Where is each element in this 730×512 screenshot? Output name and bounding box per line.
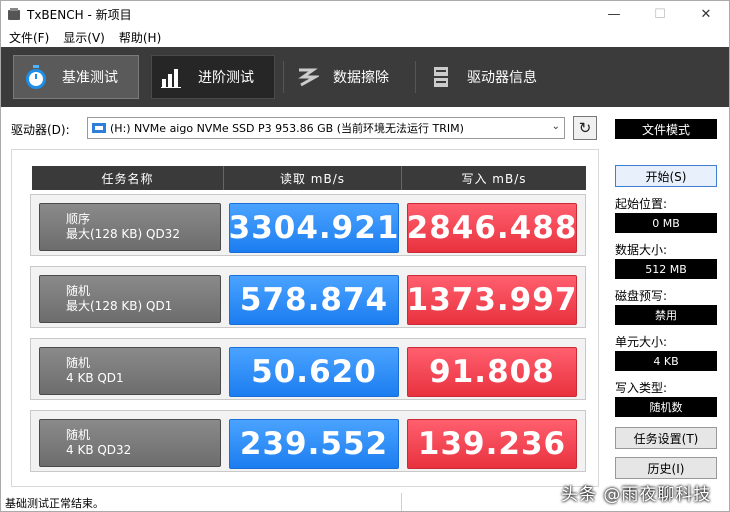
task-type: 顺序 xyxy=(66,212,91,226)
header-write: 写入 mB/s xyxy=(461,171,527,186)
data-size-label: 数据大小: xyxy=(615,243,668,257)
bar-chart-icon xyxy=(158,63,186,91)
read-value: 239.552 xyxy=(229,419,399,469)
write-type-field[interactable]: 随机数 xyxy=(615,397,717,417)
header-read: 读取 mB/s xyxy=(224,166,402,190)
header-task-name: 任务名称 xyxy=(32,166,224,190)
drive-select[interactable]: (H:) NVMe aigo NVMe SSD P3 953.86 GB (当前… xyxy=(87,117,565,139)
menu-view[interactable]: 显示(V) xyxy=(61,27,113,47)
start-button[interactable]: 开始(S) xyxy=(615,165,717,187)
task-button[interactable]: 随机 4 KB QD1 xyxy=(39,347,221,395)
drive-select-value: (H:) NVMe aigo NVMe SSD P3 953.86 GB (当前… xyxy=(110,122,464,135)
task-detail: 最大(128 KB) QD1 xyxy=(66,299,173,313)
results-header: 任务名称 读取 mB/s 写入 mB/s xyxy=(32,166,586,190)
tab-drive-info[interactable]: 驱动器信息 xyxy=(425,55,537,99)
read-value: 50.620 xyxy=(229,347,399,397)
refresh-icon: ↻ xyxy=(578,119,592,137)
tab-advanced-label: 进阶测试 xyxy=(198,70,254,86)
tab-drive-info-label: 驱动器信息 xyxy=(467,70,537,86)
task-detail: 最大(128 KB) QD32 xyxy=(66,227,180,241)
write-value: 2846.488 xyxy=(407,203,577,253)
app-icon xyxy=(8,8,20,20)
status-text: 基础测试正常结束。 xyxy=(5,497,104,510)
toolbar-divider xyxy=(415,61,416,93)
precondition-field[interactable]: 禁用 xyxy=(615,305,717,325)
file-mode-badge: 文件模式 xyxy=(615,119,717,139)
main-toolbar: 基准测试 进阶测试 数据擦除 驱动器信息 xyxy=(1,47,729,107)
history-button[interactable]: 历史(I) xyxy=(615,457,717,479)
erase-icon xyxy=(293,63,321,91)
drive-icon xyxy=(92,123,106,133)
close-button[interactable]: ✕ xyxy=(683,1,729,27)
tab-benchmark-label: 基准测试 xyxy=(62,70,118,86)
read-value: 578.874 xyxy=(229,275,399,325)
result-row: 随机 最大(128 KB) QD1 578.874 1373.997 xyxy=(30,266,586,328)
task-type: 随机 xyxy=(66,284,91,298)
write-value: 139.236 xyxy=(407,419,577,469)
drive-info-icon xyxy=(427,63,455,91)
task-button[interactable]: 随机 4 KB QD32 xyxy=(39,419,221,467)
window-title: TxBENCH - 新项目 xyxy=(27,8,132,22)
menu-bar: 文件(F) 显示(V) 帮助(H) xyxy=(1,27,729,47)
drive-label: 驱动器(D): xyxy=(11,123,70,137)
write-value: 91.808 xyxy=(407,347,577,397)
result-row: 随机 4 KB QD32 239.552 139.236 xyxy=(30,410,586,472)
task-detail: 4 KB QD1 xyxy=(66,371,124,385)
task-settings-button[interactable]: 任务设置(T) xyxy=(615,427,717,449)
data-size-field[interactable]: 512 MB xyxy=(615,259,717,279)
app-window: TxBENCH - 新项目 — ☐ ✕ 文件(F) 显示(V) 帮助(H) 基准… xyxy=(0,0,730,512)
result-row: 顺序 最大(128 KB) QD32 3304.921 2846.488 xyxy=(30,194,586,256)
start-position-field[interactable]: 0 MB xyxy=(615,213,717,233)
task-button[interactable]: 随机 最大(128 KB) QD1 xyxy=(39,275,221,323)
unit-size-field[interactable]: 4 KB xyxy=(615,351,717,371)
unit-size-label: 单元大小: xyxy=(615,335,668,349)
title-bar: TxBENCH - 新项目 — ☐ ✕ xyxy=(1,1,729,27)
chevron-down-icon: ⌄ xyxy=(551,121,560,132)
result-row: 随机 4 KB QD1 50.620 91.808 xyxy=(30,338,586,400)
tab-erase-label: 数据擦除 xyxy=(333,70,389,86)
tab-advanced[interactable]: 进阶测试 xyxy=(151,55,275,99)
menu-help[interactable]: 帮助(H) xyxy=(117,27,169,47)
task-button[interactable]: 顺序 最大(128 KB) QD32 xyxy=(39,203,221,251)
toolbar-divider xyxy=(283,61,284,93)
menu-file[interactable]: 文件(F) xyxy=(7,27,57,47)
status-divider xyxy=(401,493,402,511)
precondition-label: 磁盘预写: xyxy=(615,289,668,303)
tab-benchmark[interactable]: 基准测试 xyxy=(13,55,139,99)
refresh-button[interactable]: ↻ xyxy=(573,116,597,140)
stopwatch-icon xyxy=(22,63,50,91)
read-value: 3304.921 xyxy=(229,203,399,253)
maximize-button[interactable]: ☐ xyxy=(637,1,683,27)
tab-erase[interactable]: 数据擦除 xyxy=(291,55,389,99)
results-panel: 任务名称 读取 mB/s 写入 mB/s 顺序 最大(128 KB) QD32 … xyxy=(11,149,599,487)
minimize-button[interactable]: — xyxy=(591,1,637,27)
start-position-label: 起始位置: xyxy=(615,197,668,211)
write-type-label: 写入类型: xyxy=(615,381,668,395)
write-value: 1373.997 xyxy=(407,275,577,325)
task-type: 随机 xyxy=(66,428,91,442)
watermark-text: 头条 @雨夜聊科技 xyxy=(561,485,712,505)
task-type: 随机 xyxy=(66,356,91,370)
task-detail: 4 KB QD32 xyxy=(66,443,132,457)
